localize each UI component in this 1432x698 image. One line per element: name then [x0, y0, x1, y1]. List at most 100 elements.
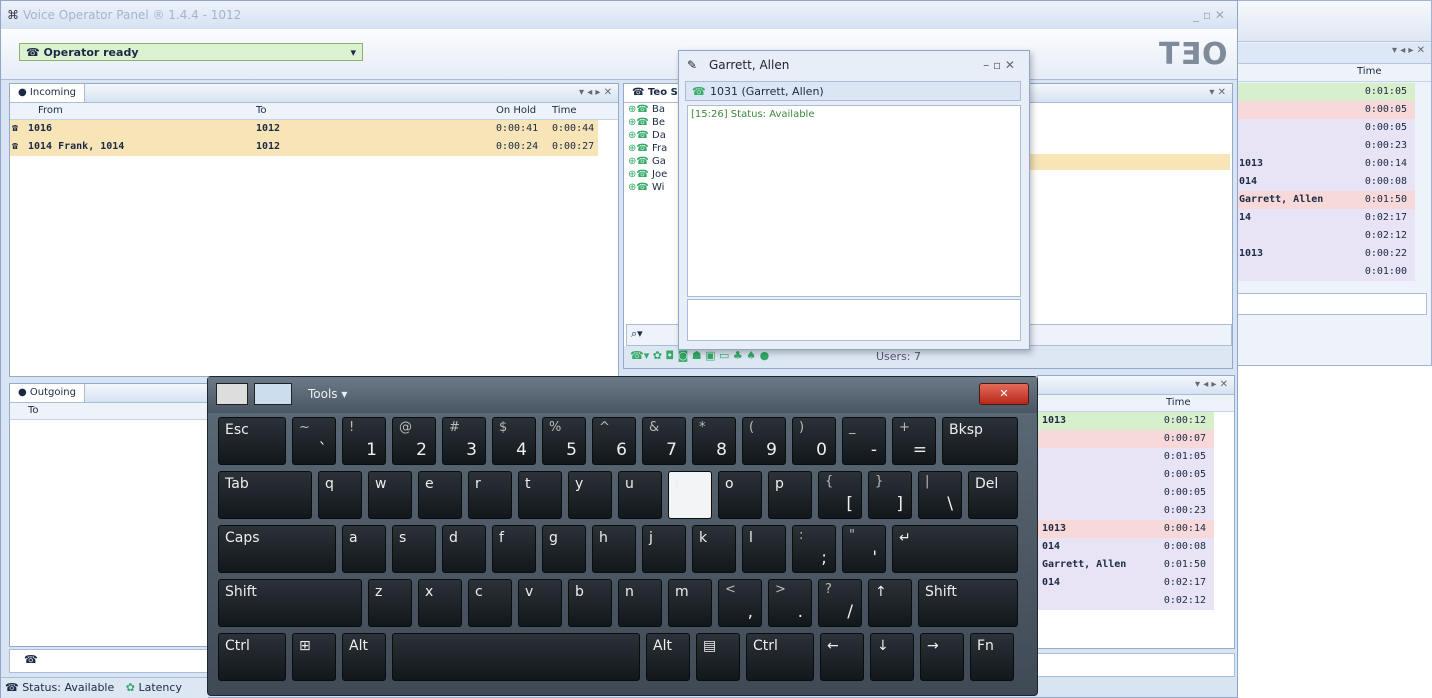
right-filter-input[interactable]: [1235, 293, 1427, 315]
key[interactable]: * 8: [692, 417, 736, 465]
key[interactable]: ↵: [892, 525, 1018, 573]
table-row[interactable]: Garrett, Allen 0:01:50: [1038, 556, 1214, 574]
key[interactable]: ▤: [696, 633, 740, 681]
table-row[interactable]: 014 0:02:17: [1038, 574, 1214, 592]
window-controls-icon[interactable]: _ ▫ ✕: [1193, 1, 1225, 29]
time-column-header[interactable]: Time: [1357, 66, 1381, 77]
toolbar-icons[interactable]: ☎▾ ✿ ◘ ◙ ☗ ▣ ▭ ♣ ♠ ●: [630, 349, 769, 362]
key[interactable]: ! 1: [342, 417, 386, 465]
history-filter-input[interactable]: [1037, 653, 1235, 677]
col-time[interactable]: Time: [552, 103, 576, 119]
latency-text[interactable]: Latency: [138, 681, 181, 694]
table-row[interactable]: 1013 0:00:14: [1235, 155, 1415, 173]
table-row[interactable]: 0:02:12: [1038, 592, 1214, 610]
tab-outgoing[interactable]: ● Outgoing: [10, 384, 85, 402]
key[interactable]: Ctrl: [746, 633, 814, 681]
key[interactable]: [392, 633, 640, 681]
table-row[interactable]: 014 0:00:08: [1235, 173, 1415, 191]
key[interactable]: ↓: [870, 633, 914, 681]
key[interactable]: & 7: [642, 417, 686, 465]
table-row[interactable]: 0:02:12: [1235, 227, 1415, 245]
key[interactable]: c: [468, 579, 512, 627]
key[interactable]: #3: [442, 417, 486, 465]
col-on-hold[interactable]: On Hold: [496, 103, 536, 119]
key[interactable]: Tab: [218, 471, 312, 519]
col-to[interactable]: To: [256, 103, 267, 119]
table-row[interactable]: 0:00:05: [1038, 484, 1214, 502]
key[interactable]: }]: [868, 471, 912, 519]
key[interactable]: Shift: [218, 579, 362, 627]
key[interactable]: →: [920, 633, 964, 681]
table-row[interactable]: 1013 0:00:14: [1038, 520, 1214, 538]
key[interactable]: ~ `: [292, 417, 336, 465]
table-row[interactable]: Garrett, Allen 0:01:50: [1235, 191, 1415, 209]
key[interactable]: | \: [918, 471, 962, 519]
key[interactable]: Esc: [218, 417, 286, 465]
key[interactable]: k: [692, 525, 736, 573]
key[interactable]: Fn: [970, 633, 1014, 681]
pane-controls-icon[interactable]: ▾ ◂ ▸ ✕: [1195, 376, 1228, 394]
key[interactable]: a: [342, 525, 386, 573]
table-row[interactable]: 0:00:05: [1038, 466, 1214, 484]
table-row[interactable]: 0:01:00: [1235, 263, 1415, 281]
table-row[interactable]: ☎ 1014 Frank, 1014 1012 0:00:24 0:00:27: [10, 138, 598, 156]
key[interactable]: p: [768, 471, 812, 519]
key[interactable]: h: [592, 525, 636, 573]
chat-history[interactable]: [15:26] Status: Available: [687, 105, 1021, 297]
key[interactable]: <,: [718, 579, 762, 627]
chat-input[interactable]: [687, 299, 1021, 341]
key[interactable]: j: [642, 525, 686, 573]
key[interactable]: Shift: [918, 579, 1018, 627]
key[interactable]: z: [368, 579, 412, 627]
key[interactable]: o: [718, 471, 762, 519]
time-column-header[interactable]: Time: [1166, 395, 1190, 411]
handwriting-icon[interactable]: [216, 383, 248, 405]
window-controls-icon[interactable]: – ▫ ✕: [983, 51, 1015, 79]
key[interactable]: ←: [820, 633, 864, 681]
key[interactable]: Alt: [646, 633, 690, 681]
key[interactable]: x: [418, 579, 462, 627]
key[interactable]: u: [618, 471, 662, 519]
key[interactable]: Del: [968, 471, 1018, 519]
key[interactable]: w: [368, 471, 412, 519]
tools-menu[interactable]: Tools ▾: [308, 387, 347, 401]
operator-status[interactable]: ☎ Operator ready ▾: [19, 43, 363, 61]
table-row[interactable]: 0:00:05: [1235, 101, 1415, 119]
key[interactable]: Ctrl: [218, 633, 286, 681]
table-row[interactable]: 1013 0:00:12: [1038, 412, 1214, 430]
key[interactable]: n: [618, 579, 662, 627]
table-row[interactable]: 14 0:02:17: [1235, 209, 1415, 227]
key[interactable]: ? /: [818, 579, 862, 627]
key[interactable]: ↑: [868, 579, 912, 627]
key[interactable]: :;: [792, 525, 836, 573]
pane-controls-icon[interactable]: ▾ ◂ ▸ ✕: [1392, 45, 1425, 56]
key[interactable]: ^ 6: [592, 417, 636, 465]
table-row[interactable]: 1013 0:00:22: [1235, 245, 1415, 263]
key[interactable]: v: [518, 579, 562, 627]
key[interactable]: d: [442, 525, 486, 573]
key[interactable]: y: [568, 471, 612, 519]
key[interactable]: >.: [768, 579, 812, 627]
key[interactable]: Caps: [218, 525, 336, 573]
status-text[interactable]: Status: Available: [22, 681, 114, 694]
key[interactable]: _ -: [842, 417, 886, 465]
table-row[interactable]: 0:00:07: [1038, 430, 1214, 448]
key[interactable]: l: [742, 525, 786, 573]
key[interactable]: e: [418, 471, 462, 519]
table-row[interactable]: 014 0:00:08: [1038, 538, 1214, 556]
col-to[interactable]: To: [28, 405, 39, 416]
key[interactable]: f: [492, 525, 536, 573]
dial-input[interactable]: ☎: [9, 649, 211, 673]
search-icon[interactable]: ⌕▾: [631, 327, 643, 341]
key[interactable]: (9: [742, 417, 786, 465]
key[interactable]: i: [668, 471, 712, 519]
key[interactable]: $4: [492, 417, 536, 465]
table-row[interactable]: ☎ 1016 1012 0:00:41 0:00:44: [10, 120, 598, 138]
key[interactable]: {[: [818, 471, 862, 519]
key[interactable]: ) 0: [792, 417, 836, 465]
key[interactable]: @2: [392, 417, 436, 465]
key[interactable]: % 5: [542, 417, 586, 465]
key[interactable]: r: [468, 471, 512, 519]
tab-incoming[interactable]: ● Incoming: [10, 84, 86, 102]
dropdown-icon[interactable]: ▾: [350, 44, 356, 62]
